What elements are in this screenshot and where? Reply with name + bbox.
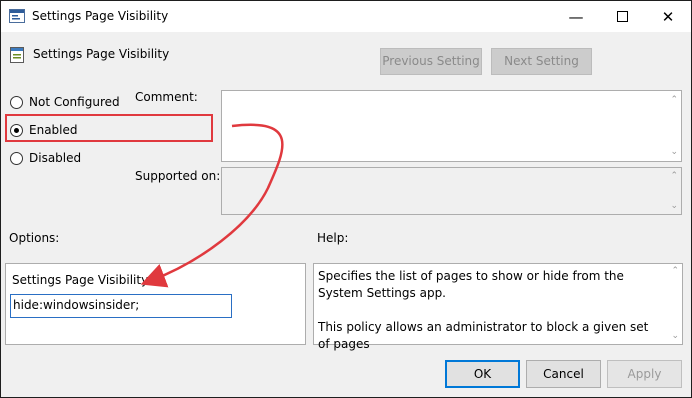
comment-textarea[interactable]: ⌃ ⌄ — [221, 90, 682, 162]
maximize-button[interactable] — [599, 1, 645, 32]
previous-setting-button[interactable]: Previous Setting — [380, 48, 482, 75]
next-setting-button[interactable]: Next Setting — [491, 48, 592, 75]
window-title: Settings Page Visibility — [32, 9, 169, 23]
cancel-label: Cancel — [543, 367, 584, 381]
policy-dialog: Settings Page Visibility — ✕ Settings Pa… — [0, 0, 692, 398]
policy-title: Settings Page Visibility — [33, 47, 170, 61]
comment-label: Comment: — [135, 90, 198, 104]
title-bar[interactable]: Settings Page Visibility — ✕ — [1, 1, 691, 32]
settings-page-visibility-input[interactable]: hide:windowsinsider; — [10, 294, 232, 318]
radio-not-configured[interactable]: Not Configured — [10, 95, 120, 109]
options-field-label: Settings Page Visibility: — [12, 273, 152, 287]
supported-on-label: Supported on: — [135, 169, 221, 183]
maximize-icon — [616, 8, 628, 26]
help-heading: Help: — [317, 231, 349, 245]
close-button[interactable]: ✕ — [645, 1, 691, 32]
radio-disabled-circle[interactable] — [10, 151, 23, 165]
settings-page-visibility-value: hide:windowsinsider; — [13, 298, 140, 312]
scroll-down-icon[interactable]: ⌄ — [670, 147, 678, 157]
scroll-down-icon[interactable]: ⌄ — [670, 201, 678, 211]
radio-not-configured-circle[interactable] — [10, 95, 23, 109]
radio-disabled-label: Disabled — [29, 151, 82, 165]
scroll-down-icon[interactable]: ⌄ — [671, 331, 679, 341]
help-paragraph: This policy allows an administrator to b… — [318, 320, 649, 351]
previous-setting-label: Previous Setting — [382, 54, 480, 68]
ok-button[interactable]: OK — [445, 360, 520, 388]
policy-app-icon — [9, 9, 25, 23]
radio-disabled[interactable]: Disabled — [10, 151, 81, 165]
close-icon: ✕ — [661, 7, 675, 26]
help-text: Specifies the list of pages to show or h… — [318, 268, 653, 370]
enabled-highlight-box — [5, 114, 213, 142]
ok-label: OK — [473, 367, 492, 381]
minimize-button[interactable]: — — [553, 1, 599, 32]
scroll-up-icon[interactable]: ⌃ — [670, 95, 678, 105]
radio-not-configured-label: Not Configured — [29, 95, 120, 109]
apply-label: Apply — [627, 367, 662, 381]
scroll-up-icon[interactable]: ⌃ — [671, 266, 679, 276]
help-paragraph: Specifies the list of pages to show or h… — [318, 269, 624, 300]
supported-on-box: ⌃ ⌄ — [221, 167, 682, 215]
policy-settings-icon — [10, 47, 24, 63]
minimize-icon: — — [568, 7, 584, 26]
apply-button[interactable]: Apply — [607, 360, 682, 388]
scroll-up-icon[interactable]: ⌃ — [670, 171, 678, 181]
next-setting-label: Next Setting — [504, 54, 579, 68]
options-heading: Options: — [9, 231, 60, 245]
cancel-button[interactable]: Cancel — [526, 360, 601, 388]
